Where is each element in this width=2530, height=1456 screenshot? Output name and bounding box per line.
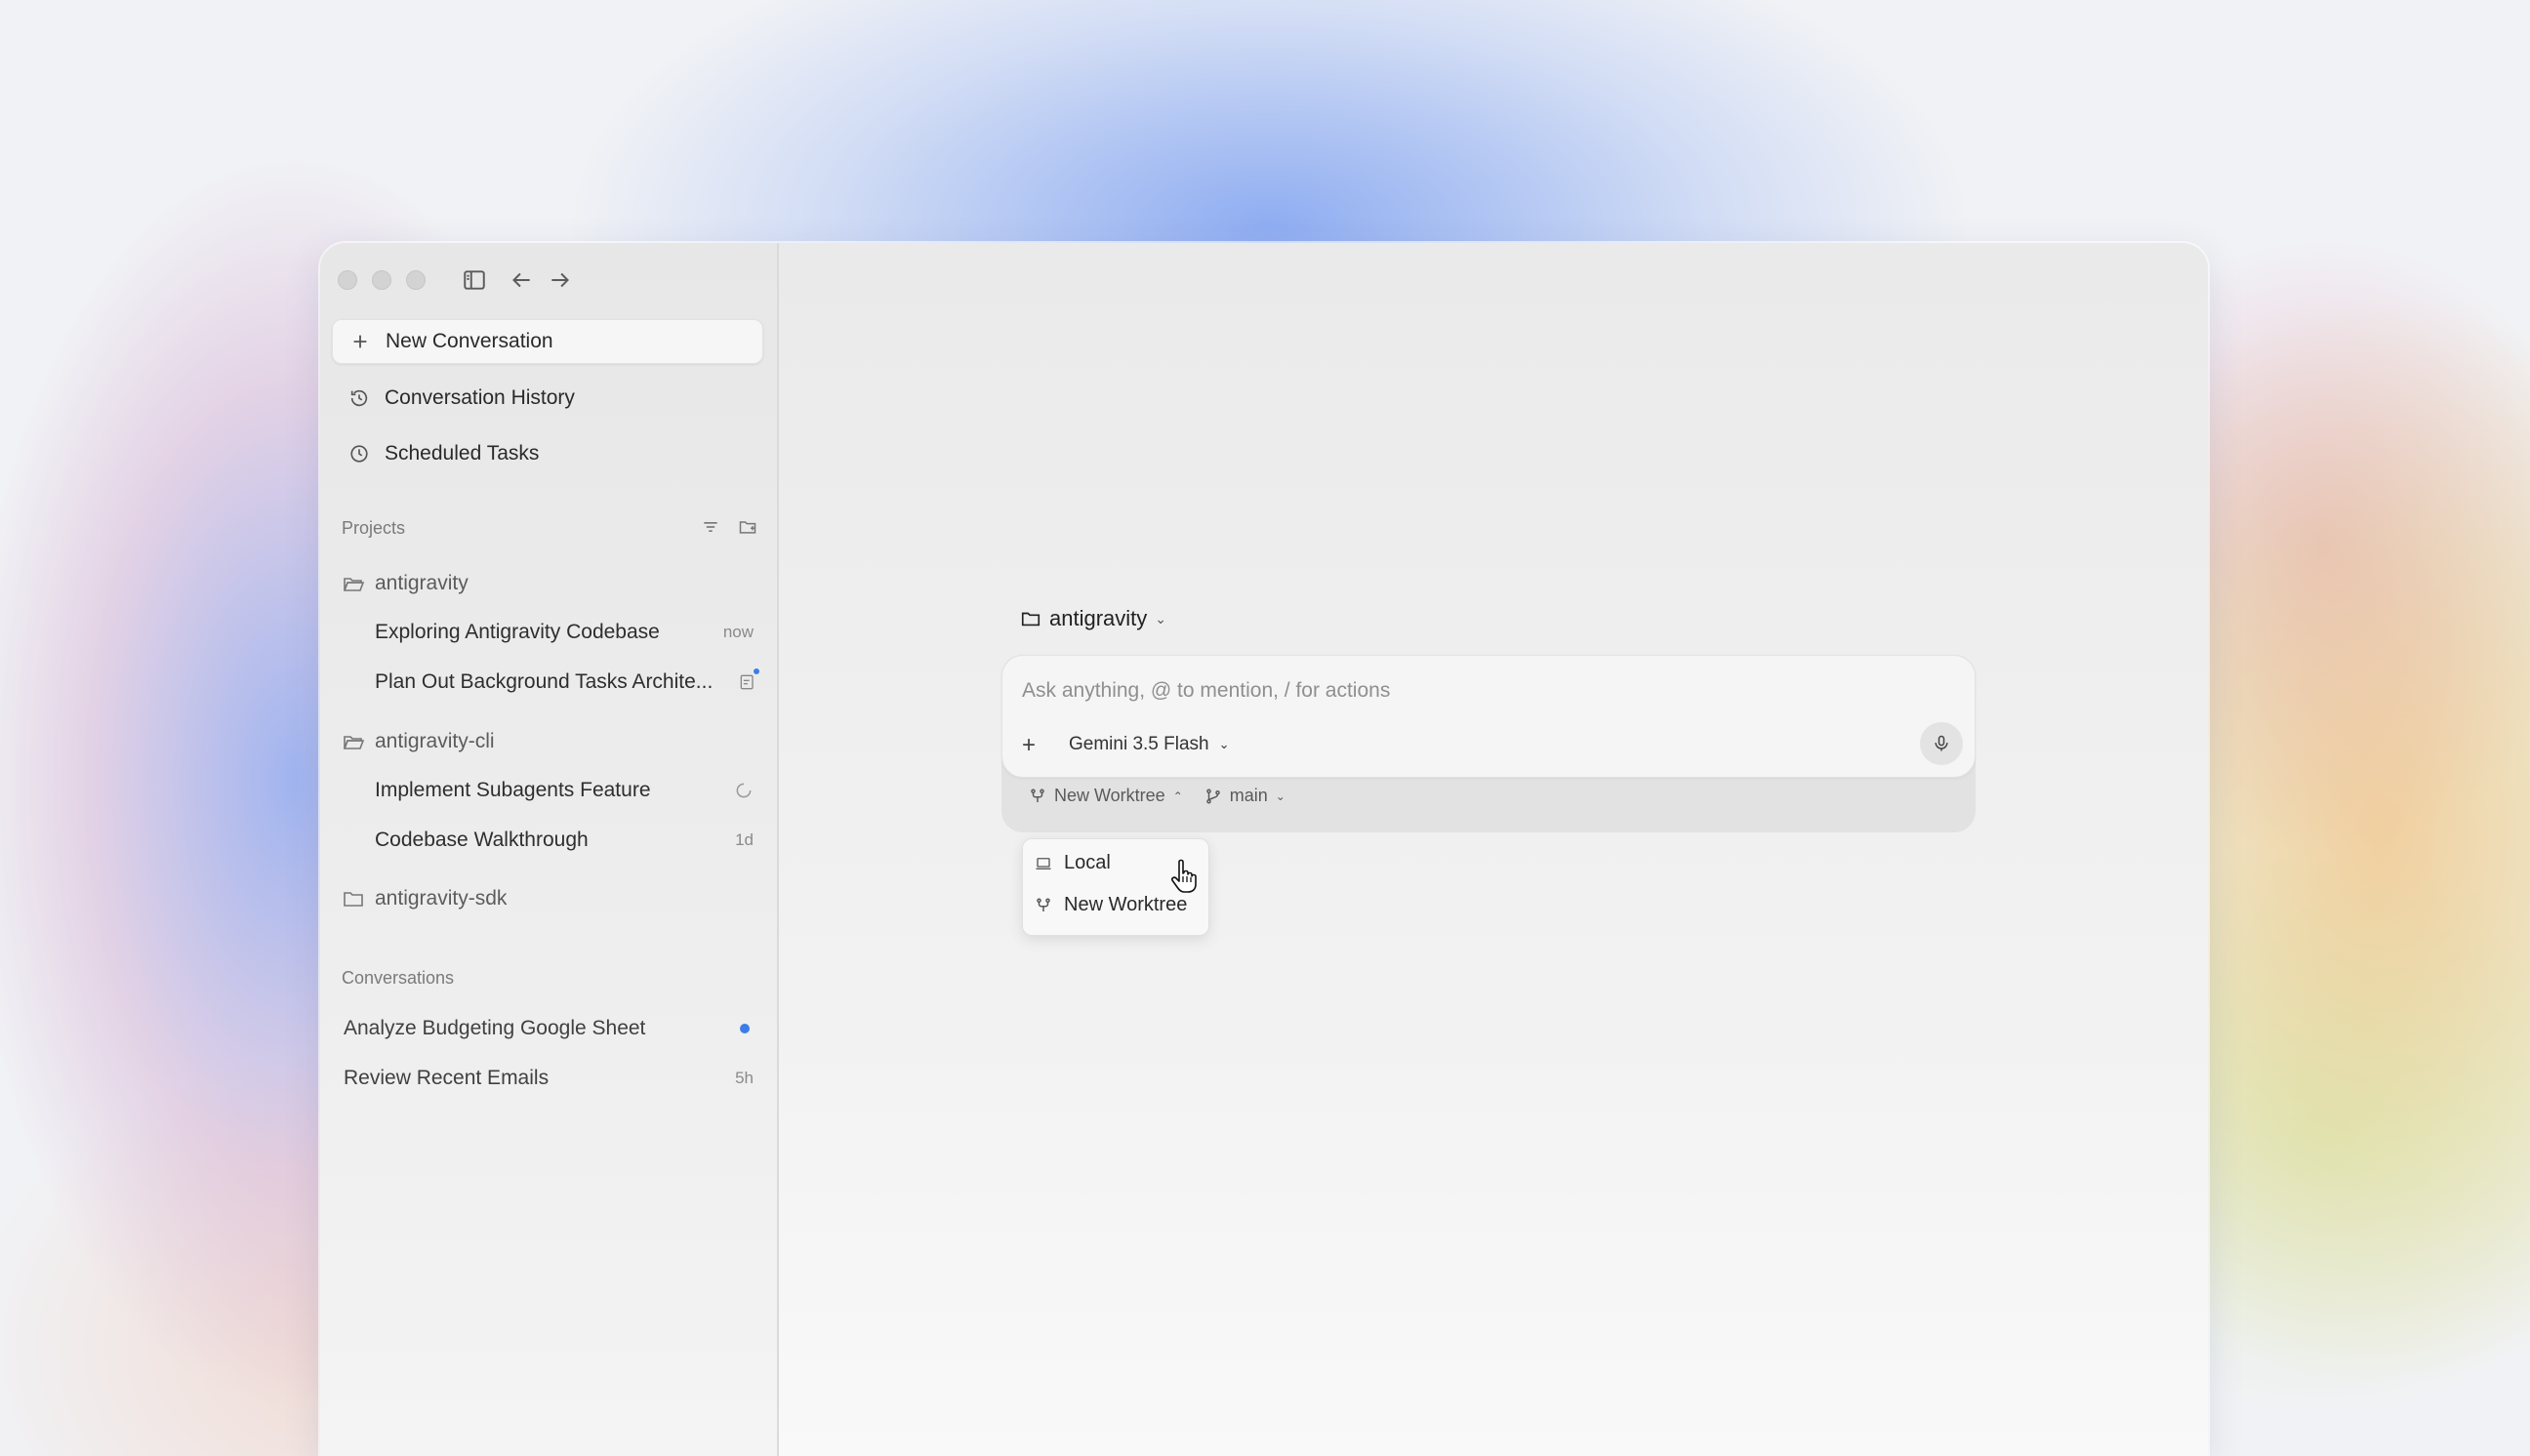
model-selector[interactable]: Gemini 3.5 Flash ⌄ — [1069, 734, 1230, 755]
new-conversation-button[interactable]: New Conversation — [332, 319, 763, 364]
folder-icon — [344, 892, 363, 907]
laptop-icon — [1036, 857, 1051, 870]
document-notification-icon — [738, 667, 761, 692]
scheduled-tasks-button[interactable]: Scheduled Tasks — [332, 431, 763, 476]
worktree-icon — [1037, 898, 1050, 911]
conversation-time: now — [722, 623, 754, 641]
app-window: New Conversation Conversation History Sc… — [320, 243, 2208, 1456]
composer-container: + Gemini 3.5 Flash ⌄ New Worktree ⌃ main — [1001, 655, 1976, 832]
main-panel: antigravity ⌄ + Gemini 3.5 Flash ⌄ New W… — [779, 243, 2208, 1456]
conversation-title: Codebase Walkthrough — [375, 829, 589, 851]
history-icon — [347, 386, 371, 410]
menu-item-new-worktree[interactable]: New Worktree — [1035, 894, 1187, 916]
prompt-input[interactable] — [1022, 675, 1939, 707]
menu-item-label: New Worktree — [1064, 894, 1188, 915]
zoom-window-button[interactable] — [406, 270, 426, 290]
conversation-item[interactable]: Codebase Walkthrough 1d — [375, 829, 754, 852]
conversation-item[interactable]: Analyze Budgeting Google Sheet — [344, 1017, 754, 1040]
microphone-icon — [1935, 735, 1948, 751]
projects-section-label: Projects — [342, 518, 406, 538]
conversation-time: 5h — [735, 1069, 754, 1087]
project-name: antigravity — [375, 572, 469, 594]
chevron-down-icon: ⌄ — [1275, 789, 1285, 803]
plus-icon — [348, 330, 372, 353]
conversation-title: Plan Out Background Tasks Archite... — [375, 670, 714, 693]
project-selector-label: antigravity — [1049, 606, 1148, 630]
conversation-history-button[interactable]: Conversation History — [332, 376, 763, 421]
sidebar-toggle-icon[interactable] — [462, 267, 487, 293]
chevron-down-icon: ⌄ — [1155, 610, 1167, 627]
conversation-title: Implement Subagents Feature — [375, 779, 651, 801]
folder-open-icon — [343, 578, 365, 591]
menu-item-label: Local — [1064, 852, 1111, 873]
new-folder-icon[interactable] — [738, 517, 757, 542]
conversation-item[interactable]: Implement Subagents Feature — [375, 779, 754, 802]
close-window-button[interactable] — [338, 270, 357, 290]
projects-tools — [701, 517, 757, 542]
menu-item-local[interactable]: Local — [1035, 852, 1111, 874]
project-name: antigravity-cli — [375, 730, 495, 752]
project-name: antigravity-sdk — [375, 887, 508, 910]
branch-label: main — [1229, 786, 1268, 805]
worktree-selector[interactable]: New Worktree ⌃ — [1029, 786, 1183, 806]
worktree-icon — [1031, 789, 1044, 802]
branch-icon — [1206, 789, 1220, 803]
hand-pointer-icon — [1171, 859, 1197, 893]
unread-dot — [740, 1024, 750, 1033]
loading-spinner-icon — [734, 781, 754, 800]
folder-icon — [1021, 612, 1041, 627]
conversation-title: Exploring Antigravity Codebase — [375, 621, 660, 643]
chevron-up-icon: ⌃ — [1172, 789, 1183, 803]
forward-arrow-icon[interactable] — [548, 267, 573, 293]
scheduled-tasks-label: Scheduled Tasks — [385, 442, 540, 465]
conversation-item[interactable]: Exploring Antigravity Codebase now — [375, 621, 754, 644]
add-attachment-button[interactable]: + — [1022, 732, 1036, 759]
composer: + Gemini 3.5 Flash ⌄ — [1001, 655, 1976, 778]
conversation-history-label: Conversation History — [385, 386, 575, 409]
project-folder-antigravity-sdk[interactable]: antigravity-sdk — [342, 887, 507, 910]
conversations-section-label: Conversations — [342, 968, 455, 988]
project-folder-antigravity-cli[interactable]: antigravity-cli — [342, 730, 495, 753]
folder-open-icon — [343, 736, 365, 749]
conversation-time: 1d — [735, 830, 754, 849]
clock-icon — [347, 442, 371, 465]
back-arrow-icon[interactable] — [509, 267, 534, 293]
project-selector[interactable]: antigravity ⌄ — [1020, 606, 1166, 631]
sidebar: New Conversation Conversation History Sc… — [320, 243, 779, 1456]
project-folder-antigravity[interactable]: antigravity — [342, 572, 469, 595]
minimize-window-button[interactable] — [372, 270, 391, 290]
conversation-title: Analyze Budgeting Google Sheet — [344, 1017, 646, 1039]
filter-icon[interactable] — [701, 517, 720, 542]
new-conversation-label: New Conversation — [386, 330, 553, 352]
title-bar — [338, 259, 573, 302]
conversation-item[interactable]: Plan Out Background Tasks Archite... — [375, 667, 761, 694]
conversation-item[interactable]: Review Recent Emails 5h — [344, 1067, 754, 1090]
branch-selector[interactable]: main ⌄ — [1204, 786, 1285, 806]
worktree-label: New Worktree — [1054, 786, 1165, 805]
conversation-title: Review Recent Emails — [344, 1067, 550, 1089]
chevron-down-icon: ⌄ — [1218, 737, 1230, 751]
microphone-button[interactable] — [1920, 722, 1963, 765]
model-label: Gemini 3.5 Flash — [1069, 734, 1209, 754]
workspace-bar: New Worktree ⌃ main ⌄ — [1029, 786, 1307, 806]
